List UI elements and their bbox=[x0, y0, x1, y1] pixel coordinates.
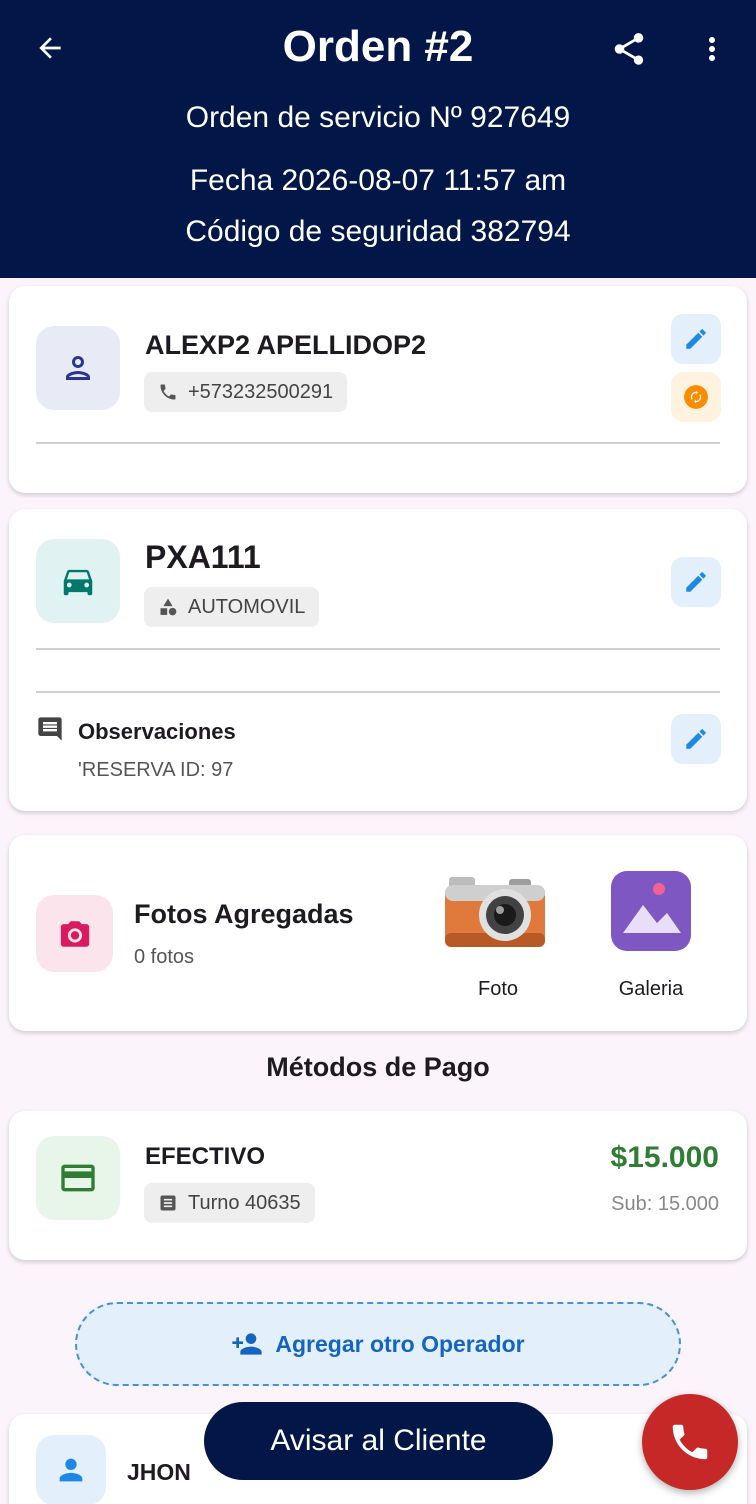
vehicle-card: PXA111 AUTOMOVIL Observaciones 'RESERVA … bbox=[9, 509, 747, 811]
call-button[interactable] bbox=[642, 1394, 738, 1490]
payment-subtotal: Sub: 15.000 bbox=[611, 1193, 719, 1215]
change-client-button[interactable] bbox=[671, 372, 721, 422]
divider bbox=[36, 691, 720, 693]
share-icon[interactable] bbox=[606, 26, 652, 72]
photos-title: Fotos Agregadas bbox=[134, 899, 354, 929]
edit-observations-button[interactable] bbox=[671, 714, 721, 764]
gallery-button[interactable] bbox=[609, 869, 693, 953]
vehicle-type: AUTOMOVIL bbox=[188, 595, 306, 618]
person-add-icon bbox=[232, 1333, 263, 1355]
payment-card[interactable]: EFECTIVO Turno 40635 $15.000 Sub: 15.000 bbox=[9, 1111, 747, 1260]
edit-icon bbox=[686, 329, 706, 349]
client-phone: +573232500291 bbox=[188, 380, 334, 403]
person-icon bbox=[36, 1435, 106, 1504]
observations-text: 'RESERVA ID: 97 bbox=[78, 759, 234, 781]
payment-methods-title: Métodos de Pago bbox=[266, 1052, 490, 1082]
comment-icon bbox=[36, 715, 64, 748]
payment-amount: $15.000 bbox=[610, 1141, 719, 1174]
app-header: Orden #2 Orden de servicio Nº 927649 Fec… bbox=[0, 0, 756, 278]
gallery-label: Galeria bbox=[618, 978, 684, 1000]
notify-client-button[interactable]: Avisar al Cliente bbox=[204, 1402, 553, 1480]
order-date: Fecha 2026-08-07 11:57 am bbox=[189, 164, 567, 197]
vehicle-plate: PXA111 bbox=[145, 539, 261, 575]
edit-icon bbox=[686, 729, 706, 749]
photos-card: Fotos Agregadas 0 fotos Foto Galeria bbox=[9, 835, 747, 1031]
client-name: ALEXP2 APELLIDOP2 bbox=[145, 330, 427, 360]
observations-label: Observaciones bbox=[78, 719, 236, 744]
divider bbox=[36, 648, 720, 650]
camera-icon bbox=[36, 895, 113, 972]
turno-number: Turno 40635 bbox=[188, 1191, 301, 1214]
phone-icon bbox=[672, 1424, 708, 1460]
category-icon bbox=[160, 598, 177, 616]
divider bbox=[36, 442, 720, 444]
receipt-icon bbox=[160, 1195, 176, 1211]
car-icon bbox=[36, 539, 120, 623]
person-icon bbox=[36, 326, 120, 410]
turno-chip: Turno 40635 bbox=[144, 1183, 315, 1223]
phone-icon bbox=[160, 384, 176, 400]
client-card: ALEXP2 APELLIDOP2 +573232500291 bbox=[9, 286, 747, 493]
photo-label: Foto bbox=[477, 978, 519, 1000]
edit-client-button[interactable] bbox=[671, 314, 721, 364]
take-photo-button[interactable] bbox=[443, 875, 553, 955]
vehicle-type-chip: AUTOMOVIL bbox=[144, 587, 320, 627]
add-operator-label: Agregar otro Operador bbox=[275, 1330, 525, 1357]
edit-vehicle-button[interactable] bbox=[671, 557, 721, 607]
gallery-icon bbox=[611, 871, 691, 951]
security-code: Código de seguridad 382794 bbox=[185, 215, 571, 248]
camera-photo-icon bbox=[445, 877, 545, 947]
sync-icon bbox=[684, 385, 708, 409]
operator-name: JHON bbox=[127, 1459, 191, 1485]
phone-chip[interactable]: +573232500291 bbox=[144, 372, 348, 412]
photos-count: 0 fotos bbox=[134, 946, 195, 968]
edit-icon bbox=[686, 572, 706, 592]
add-operator-button[interactable]: Agregar otro Operador bbox=[75, 1302, 681, 1386]
credit-card-icon bbox=[36, 1136, 120, 1220]
payment-method: EFECTIVO bbox=[145, 1143, 266, 1170]
more-vert-icon[interactable] bbox=[692, 26, 732, 72]
service-order-number: Orden de servicio Nº 927649 bbox=[185, 101, 571, 134]
